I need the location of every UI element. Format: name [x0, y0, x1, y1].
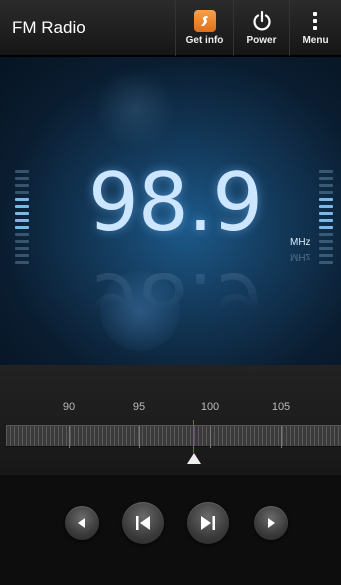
frequency-unit: MHz [290, 237, 311, 248]
seek-down-button[interactable] [65, 506, 99, 540]
level-bar [319, 198, 333, 201]
level-bar [15, 191, 29, 194]
scale-label: 100 [200, 401, 220, 413]
tuning-needle [193, 420, 194, 453]
get-info-label: Get info [185, 34, 224, 46]
level-bar [319, 219, 333, 222]
level-bar [15, 240, 29, 243]
scale-labels: 90 95 100 105 [0, 401, 341, 415]
level-bar [15, 177, 29, 180]
level-bar [15, 184, 29, 187]
power-button[interactable]: Power [233, 0, 289, 56]
level-bar [319, 226, 333, 229]
background-glow [95, 69, 175, 149]
frequency-unit-reflection: MHz [290, 251, 311, 262]
frequency-value: 98.9 [88, 156, 263, 249]
level-bar [319, 233, 333, 236]
level-bar [15, 170, 29, 173]
level-bar [319, 254, 333, 257]
tuning-controls [0, 475, 341, 585]
level-bar [15, 247, 29, 250]
level-bar [15, 226, 29, 229]
level-bar [319, 205, 333, 208]
frequency-display: 98.9 98.9 MHz MHz [0, 57, 341, 365]
scale-label: 95 [132, 401, 146, 413]
power-icon [252, 10, 271, 30]
level-bar [15, 219, 29, 222]
signal-level-right [319, 170, 333, 268]
scale-label: 90 [62, 401, 76, 413]
app-title: FM Radio [12, 17, 86, 37]
skip-next-icon [201, 516, 215, 530]
skip-previous-icon [136, 516, 150, 530]
level-bar [319, 261, 333, 264]
level-bar [319, 247, 333, 250]
tuning-dial[interactable] [6, 425, 341, 448]
level-bar [15, 261, 29, 264]
frequency-reflection: 98.9 [88, 255, 263, 348]
menu-button[interactable]: Menu [289, 0, 341, 56]
get-info-button[interactable]: Get info [175, 0, 233, 56]
level-bar [15, 212, 29, 215]
overflow-menu-icon [312, 10, 319, 32]
power-label: Power [246, 34, 277, 46]
level-bar [319, 177, 333, 180]
scale-label: 105 [271, 401, 291, 413]
level-bar [319, 170, 333, 173]
next-preset-button[interactable] [187, 502, 229, 544]
get-info-icon [193, 9, 216, 32]
tuning-handle[interactable] [187, 453, 201, 464]
level-bar [319, 240, 333, 243]
menu-label: Menu [302, 34, 329, 46]
action-bar: FM Radio Get info Power Menu [0, 0, 341, 56]
previous-preset-button[interactable] [122, 502, 164, 544]
level-bar [319, 212, 333, 215]
level-bar [319, 184, 333, 187]
triangle-right-icon [268, 518, 275, 528]
tuner-dial-area: 90 95 100 105 [0, 365, 341, 475]
level-bar [319, 191, 333, 194]
seek-up-button[interactable] [254, 506, 288, 540]
signal-level-left [15, 170, 29, 268]
level-bar [15, 233, 29, 236]
level-bar [15, 205, 29, 208]
level-bar [15, 254, 29, 257]
level-bar [15, 198, 29, 201]
triangle-left-icon [78, 518, 85, 528]
